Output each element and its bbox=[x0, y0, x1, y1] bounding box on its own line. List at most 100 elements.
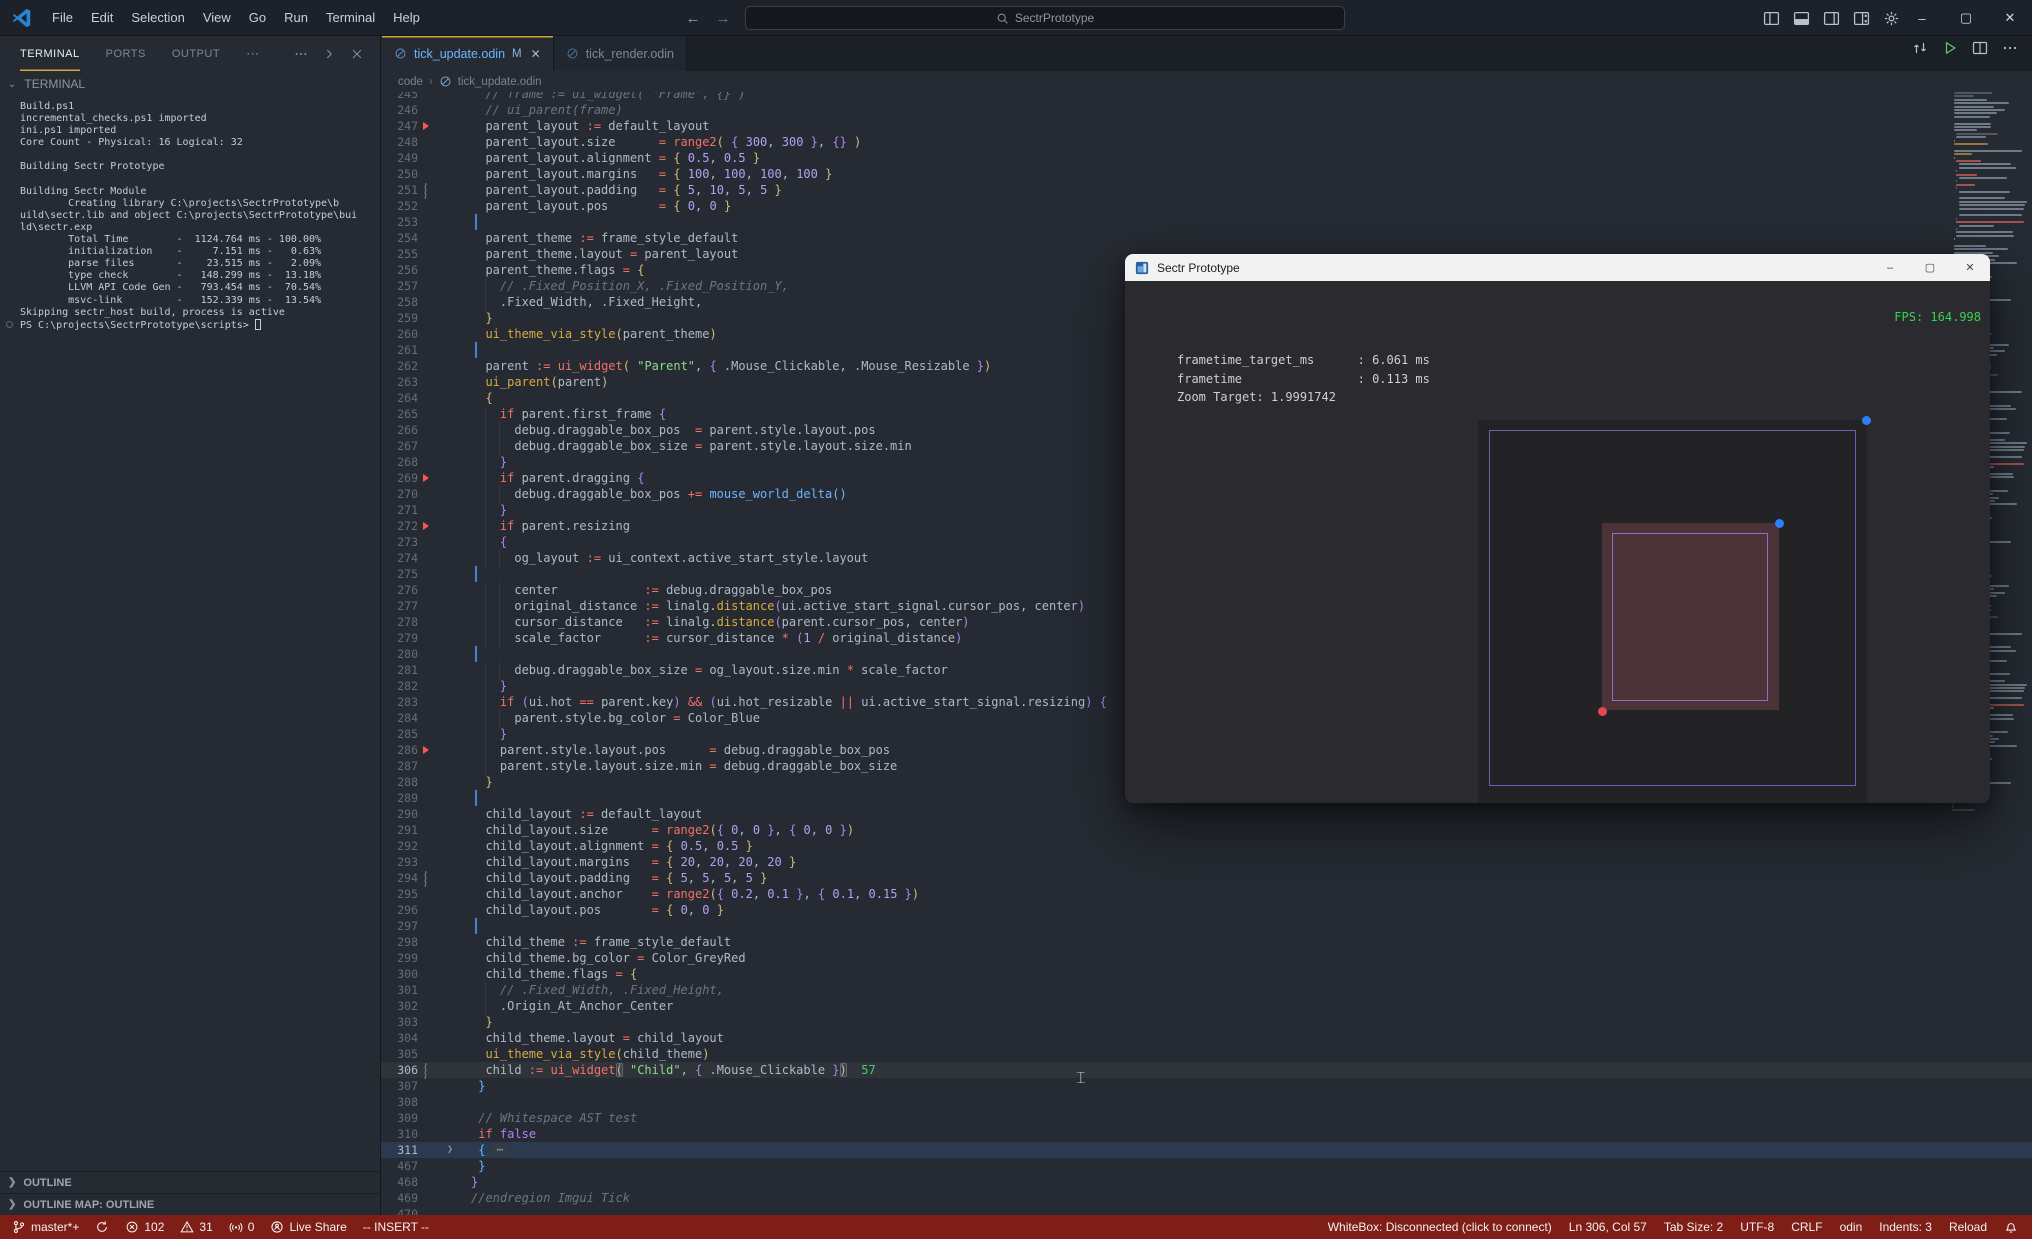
code-line[interactable]: 310 if false bbox=[381, 1126, 2032, 1142]
panel-tab-terminal[interactable]: TERMINAL bbox=[20, 36, 80, 71]
panel-tab-output[interactable]: OUTPUT bbox=[172, 36, 220, 71]
close-icon[interactable]: ✕ bbox=[531, 47, 541, 61]
status-item-tab-size-2[interactable]: Tab Size: 2 bbox=[1664, 1220, 1723, 1234]
code-line[interactable]: 246 // ui_parent(frame) bbox=[381, 102, 2032, 118]
more-actions-icon[interactable] bbox=[294, 47, 308, 61]
run-icon[interactable] bbox=[1942, 40, 1958, 56]
editor-tab-tick-update-odin[interactable]: tick_update.odin M ✕ bbox=[382, 36, 554, 71]
menu-item-go[interactable]: Go bbox=[240, 6, 275, 29]
code-line[interactable]: 250 parent_layout.margins = { 100, 100, … bbox=[381, 166, 2032, 182]
code-line[interactable]: 470 bbox=[381, 1206, 2032, 1215]
code-line[interactable]: 311 ❯ {⋯ bbox=[381, 1142, 2032, 1158]
handle-dot-blue[interactable] bbox=[1862, 416, 1871, 425]
command-center-search[interactable]: SectrPrototype bbox=[745, 6, 1345, 30]
code-line[interactable]: 291 child_layout.size = range2({ 0, 0 },… bbox=[381, 822, 2032, 838]
code-line[interactable]: 247 parent_layout := default_layout bbox=[381, 118, 2032, 134]
menu-item-help[interactable]: Help bbox=[384, 6, 429, 29]
menu-item-terminal[interactable]: Terminal bbox=[317, 6, 384, 29]
status-item-crlf[interactable]: CRLF bbox=[1791, 1220, 1822, 1234]
sidebar-section-outline[interactable]: ❯ OUTLINE bbox=[0, 1171, 380, 1193]
code-line[interactable]: 301 // .Fixed_Width, .Fixed_Height, bbox=[381, 982, 2032, 998]
menu-item-run[interactable]: Run bbox=[275, 6, 317, 29]
sync-changes-icon[interactable] bbox=[1912, 40, 1928, 56]
code-line[interactable]: 468} bbox=[381, 1174, 2032, 1190]
gear-icon[interactable] bbox=[1883, 10, 1900, 27]
status-item-master[interactable]: master*+ bbox=[12, 1220, 79, 1234]
panel-tabs-overflow-icon[interactable]: ⋯ bbox=[246, 46, 259, 62]
status-item-live-share[interactable]: Live Share bbox=[270, 1220, 347, 1234]
app-minimize-button[interactable]: – bbox=[1870, 254, 1910, 281]
app-title-bar[interactable]: Sectr Prototype – ▢ ✕ bbox=[1125, 254, 1990, 281]
code-line[interactable]: 251 parent_layout.padding = { 5, 10, 5, … bbox=[381, 182, 2032, 199]
status-item-whitebox-disconnected-click-to-connect[interactable]: WhiteBox: Disconnected (click to connect… bbox=[1328, 1220, 1552, 1234]
code-line[interactable]: 292 child_layout.alignment = { 0.5, 0.5 … bbox=[381, 838, 2032, 854]
status-item-insert[interactable]: -- INSERT -- bbox=[363, 1220, 429, 1234]
sectr-prototype-window[interactable]: Sectr Prototype – ▢ ✕ FPS: 164.998 frameti… bbox=[1125, 254, 1990, 803]
status-item-bell-icon[interactable] bbox=[2004, 1220, 2018, 1234]
code-line[interactable]: 305 ui_theme_via_style(child_theme) bbox=[381, 1046, 2032, 1062]
app-close-button[interactable]: ✕ bbox=[1950, 254, 1990, 281]
code-line[interactable]: 306 child := ui_widget( "Child", { .Mous… bbox=[381, 1062, 2032, 1079]
nav-back-icon[interactable]: ← bbox=[682, 7, 704, 29]
sidebar-right-icon[interactable] bbox=[1823, 10, 1840, 27]
more-actions-icon[interactable] bbox=[2002, 40, 2018, 56]
status-item-0[interactable]: 0 bbox=[229, 1220, 254, 1234]
panel-bottom-icon[interactable] bbox=[1793, 10, 1810, 27]
menu-item-view[interactable]: View bbox=[194, 6, 240, 29]
chevron-right-icon[interactable] bbox=[322, 47, 336, 61]
handle-dot-red[interactable] bbox=[1598, 707, 1607, 716]
code-line[interactable]: 245 // frame := ui_widget( "Frame", {} ) bbox=[381, 92, 2032, 102]
app-maximize-button[interactable]: ▢ bbox=[1910, 254, 1950, 281]
code-line[interactable]: 296 child_layout.pos = { 0, 0 } bbox=[381, 902, 2032, 918]
code-line[interactable]: 308 bbox=[381, 1094, 2032, 1110]
terminal-section-header[interactable]: ⌄ TERMINAL bbox=[0, 71, 380, 97]
code-line[interactable]: 254 parent_theme := frame_style_default bbox=[381, 230, 2032, 246]
code-line[interactable]: 297 bbox=[381, 918, 2032, 934]
code-line[interactable]: 290 child_layout := default_layout bbox=[381, 806, 2032, 822]
code-line[interactable]: 295 child_layout.anchor = range2({ 0.2, … bbox=[381, 886, 2032, 902]
code-line[interactable]: 299 child_theme.bg_color = Color_GreyRed bbox=[381, 950, 2032, 966]
breadcrumb-folder[interactable]: code bbox=[398, 76, 423, 88]
code-line[interactable]: 469//endregion Imgui Tick bbox=[381, 1190, 2032, 1206]
code-line[interactable]: 307 } bbox=[381, 1078, 2032, 1094]
menu-item-file[interactable]: File bbox=[43, 6, 82, 29]
terminal-prompt[interactable]: PS C:\projects\SectrPrototype\scripts> bbox=[6, 318, 380, 331]
sidebar-section-outline-map[interactable]: ❯ OUTLINE MAP: OUTLINE bbox=[0, 1193, 380, 1215]
split-columns-icon[interactable] bbox=[1763, 10, 1780, 27]
split-editor-icon[interactable] bbox=[1972, 40, 1988, 56]
menu-item-selection[interactable]: Selection bbox=[122, 6, 193, 29]
status-item-sync-icon[interactable] bbox=[95, 1220, 109, 1234]
customize-layout-icon[interactable] bbox=[1853, 10, 1870, 27]
fold-chevron-icon[interactable]: ❯ bbox=[447, 1142, 453, 1158]
breadcrumb-file[interactable]: tick_update.odin bbox=[458, 76, 542, 88]
fold-ellipsis[interactable]: ⋯ bbox=[491, 1143, 509, 1156]
code-line[interactable]: 248 parent_layout.size = range2( { 300, … bbox=[381, 134, 2032, 150]
code-line[interactable]: 298 child_theme := frame_style_default bbox=[381, 934, 2032, 950]
editor-tab-tick-render-odin[interactable]: tick_render.odin bbox=[553, 36, 687, 71]
code-line[interactable]: 252 parent_layout.pos = { 0, 0 } bbox=[381, 198, 2032, 214]
code-line[interactable]: 309 // Whitespace AST test bbox=[381, 1110, 2032, 1126]
code-line[interactable]: 249 parent_layout.alignment = { 0.5, 0.5… bbox=[381, 150, 2032, 166]
status-item-odin[interactable]: odin bbox=[1840, 1220, 1863, 1234]
code-line[interactable]: 302 .Origin_At_Anchor_Center bbox=[381, 998, 2032, 1014]
status-item-indents-3[interactable]: Indents: 3 bbox=[1879, 1220, 1932, 1234]
window-minimize-button[interactable]: – bbox=[1900, 0, 1944, 36]
close-icon[interactable] bbox=[350, 47, 364, 61]
handle-dot-blue[interactable] bbox=[1775, 519, 1784, 528]
status-item-utf-8[interactable]: UTF-8 bbox=[1740, 1220, 1774, 1234]
code-line[interactable]: 303 } bbox=[381, 1014, 2032, 1030]
menu-item-edit[interactable]: Edit bbox=[82, 6, 122, 29]
code-line[interactable]: 304 child_theme.layout = child_layout bbox=[381, 1030, 2032, 1046]
status-item-ln-306-col-57[interactable]: Ln 306, Col 57 bbox=[1569, 1220, 1647, 1234]
code-line[interactable]: 300 child_theme.flags = { bbox=[381, 966, 2032, 982]
code-line[interactable]: 253 bbox=[381, 214, 2032, 230]
status-item-reload[interactable]: Reload bbox=[1949, 1220, 1987, 1234]
window-maximize-button[interactable]: ▢ bbox=[1944, 0, 1988, 36]
code-line[interactable]: 467 } bbox=[381, 1158, 2032, 1174]
status-item-31[interactable]: 31 bbox=[180, 1220, 213, 1234]
nav-forward-icon[interactable]: → bbox=[712, 7, 734, 29]
panel-tab-ports[interactable]: PORTS bbox=[106, 36, 146, 71]
code-line[interactable]: 294 child_layout.padding = { 5, 5, 5, 5 … bbox=[381, 870, 2032, 887]
window-close-button[interactable]: ✕ bbox=[1988, 0, 2032, 36]
status-item-102[interactable]: 102 bbox=[125, 1220, 164, 1234]
